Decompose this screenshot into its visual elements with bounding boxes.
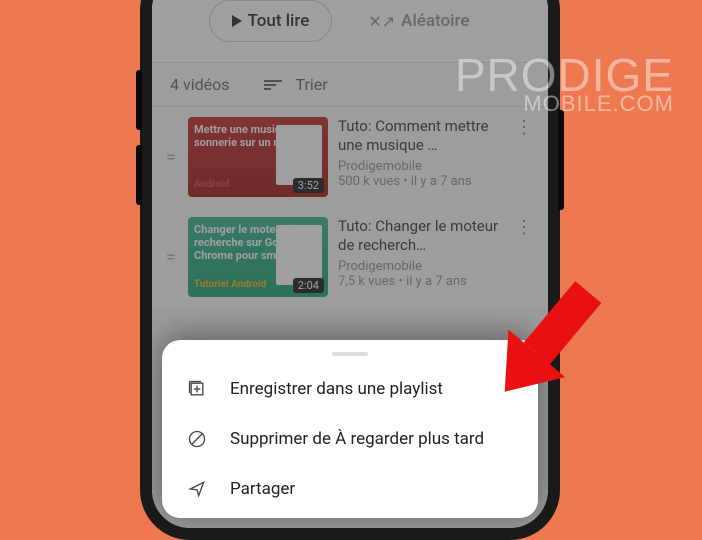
thumb-tag: Android: [194, 179, 229, 191]
sort-button[interactable]: Trier: [296, 75, 328, 94]
video-meta: Tuto: Comment mettre une musique … Prodi…: [338, 117, 501, 189]
share-item[interactable]: Partager: [166, 464, 534, 514]
shuffle-button[interactable]: ✕↗ Aléatoire: [346, 0, 491, 42]
more-menu-button[interactable]: ⋮: [511, 117, 536, 138]
video-thumbnail[interactable]: Mettre une musique en sonnerie sur un mo…: [188, 117, 328, 197]
video-channel: Prodigemobile: [338, 159, 501, 174]
video-row[interactable]: = Mettre une musique en sonnerie sur un …: [152, 107, 548, 207]
sheet-grab-handle[interactable]: [332, 352, 368, 356]
video-title: Tuto: Comment mettre une musique …: [338, 117, 501, 155]
drag-handle-icon[interactable]: =: [164, 147, 178, 168]
video-stats: 500 k vues • il y a 7 ans: [338, 174, 501, 189]
sort-icon: [264, 78, 282, 92]
watermark: PRODIGE MOBILE.COM: [455, 56, 674, 114]
video-thumbnail[interactable]: Changer le moteur de recherche sur Googl…: [188, 217, 328, 297]
shuffle-icon: ✕↗: [368, 12, 395, 31]
share-icon: [186, 478, 208, 500]
share-label: Partager: [230, 479, 295, 499]
play-icon: [232, 15, 242, 27]
phone-volume-down: [136, 145, 142, 205]
video-count: 4 vidéos: [170, 75, 230, 94]
thumb-device: [276, 125, 322, 185]
video-duration: 2:04: [293, 278, 324, 293]
phone-volume-up: [136, 70, 142, 130]
remove-label: Supprimer de À regarder plus tard: [230, 429, 484, 449]
save-label: Enregistrer dans une playlist: [230, 379, 443, 399]
video-title: Tuto: Changer le moteur de recherch…: [338, 217, 501, 255]
shuffle-label: Aléatoire: [401, 11, 469, 31]
play-all-label: Tout lire: [248, 11, 310, 31]
video-duration: 3:52: [293, 178, 324, 193]
thumb-device: [276, 225, 322, 285]
play-all-button[interactable]: Tout lire: [209, 0, 333, 42]
playlist-add-icon: [186, 378, 208, 400]
remove-icon: [186, 428, 208, 450]
more-menu-button[interactable]: ⋮: [511, 217, 536, 238]
drag-handle-icon[interactable]: =: [164, 247, 178, 268]
phone-power: [558, 110, 564, 210]
watermark-line1: PRODIGE: [455, 56, 674, 95]
thumb-tag: Tutoriel Android: [194, 279, 266, 291]
annotation-arrow: [452, 250, 632, 430]
